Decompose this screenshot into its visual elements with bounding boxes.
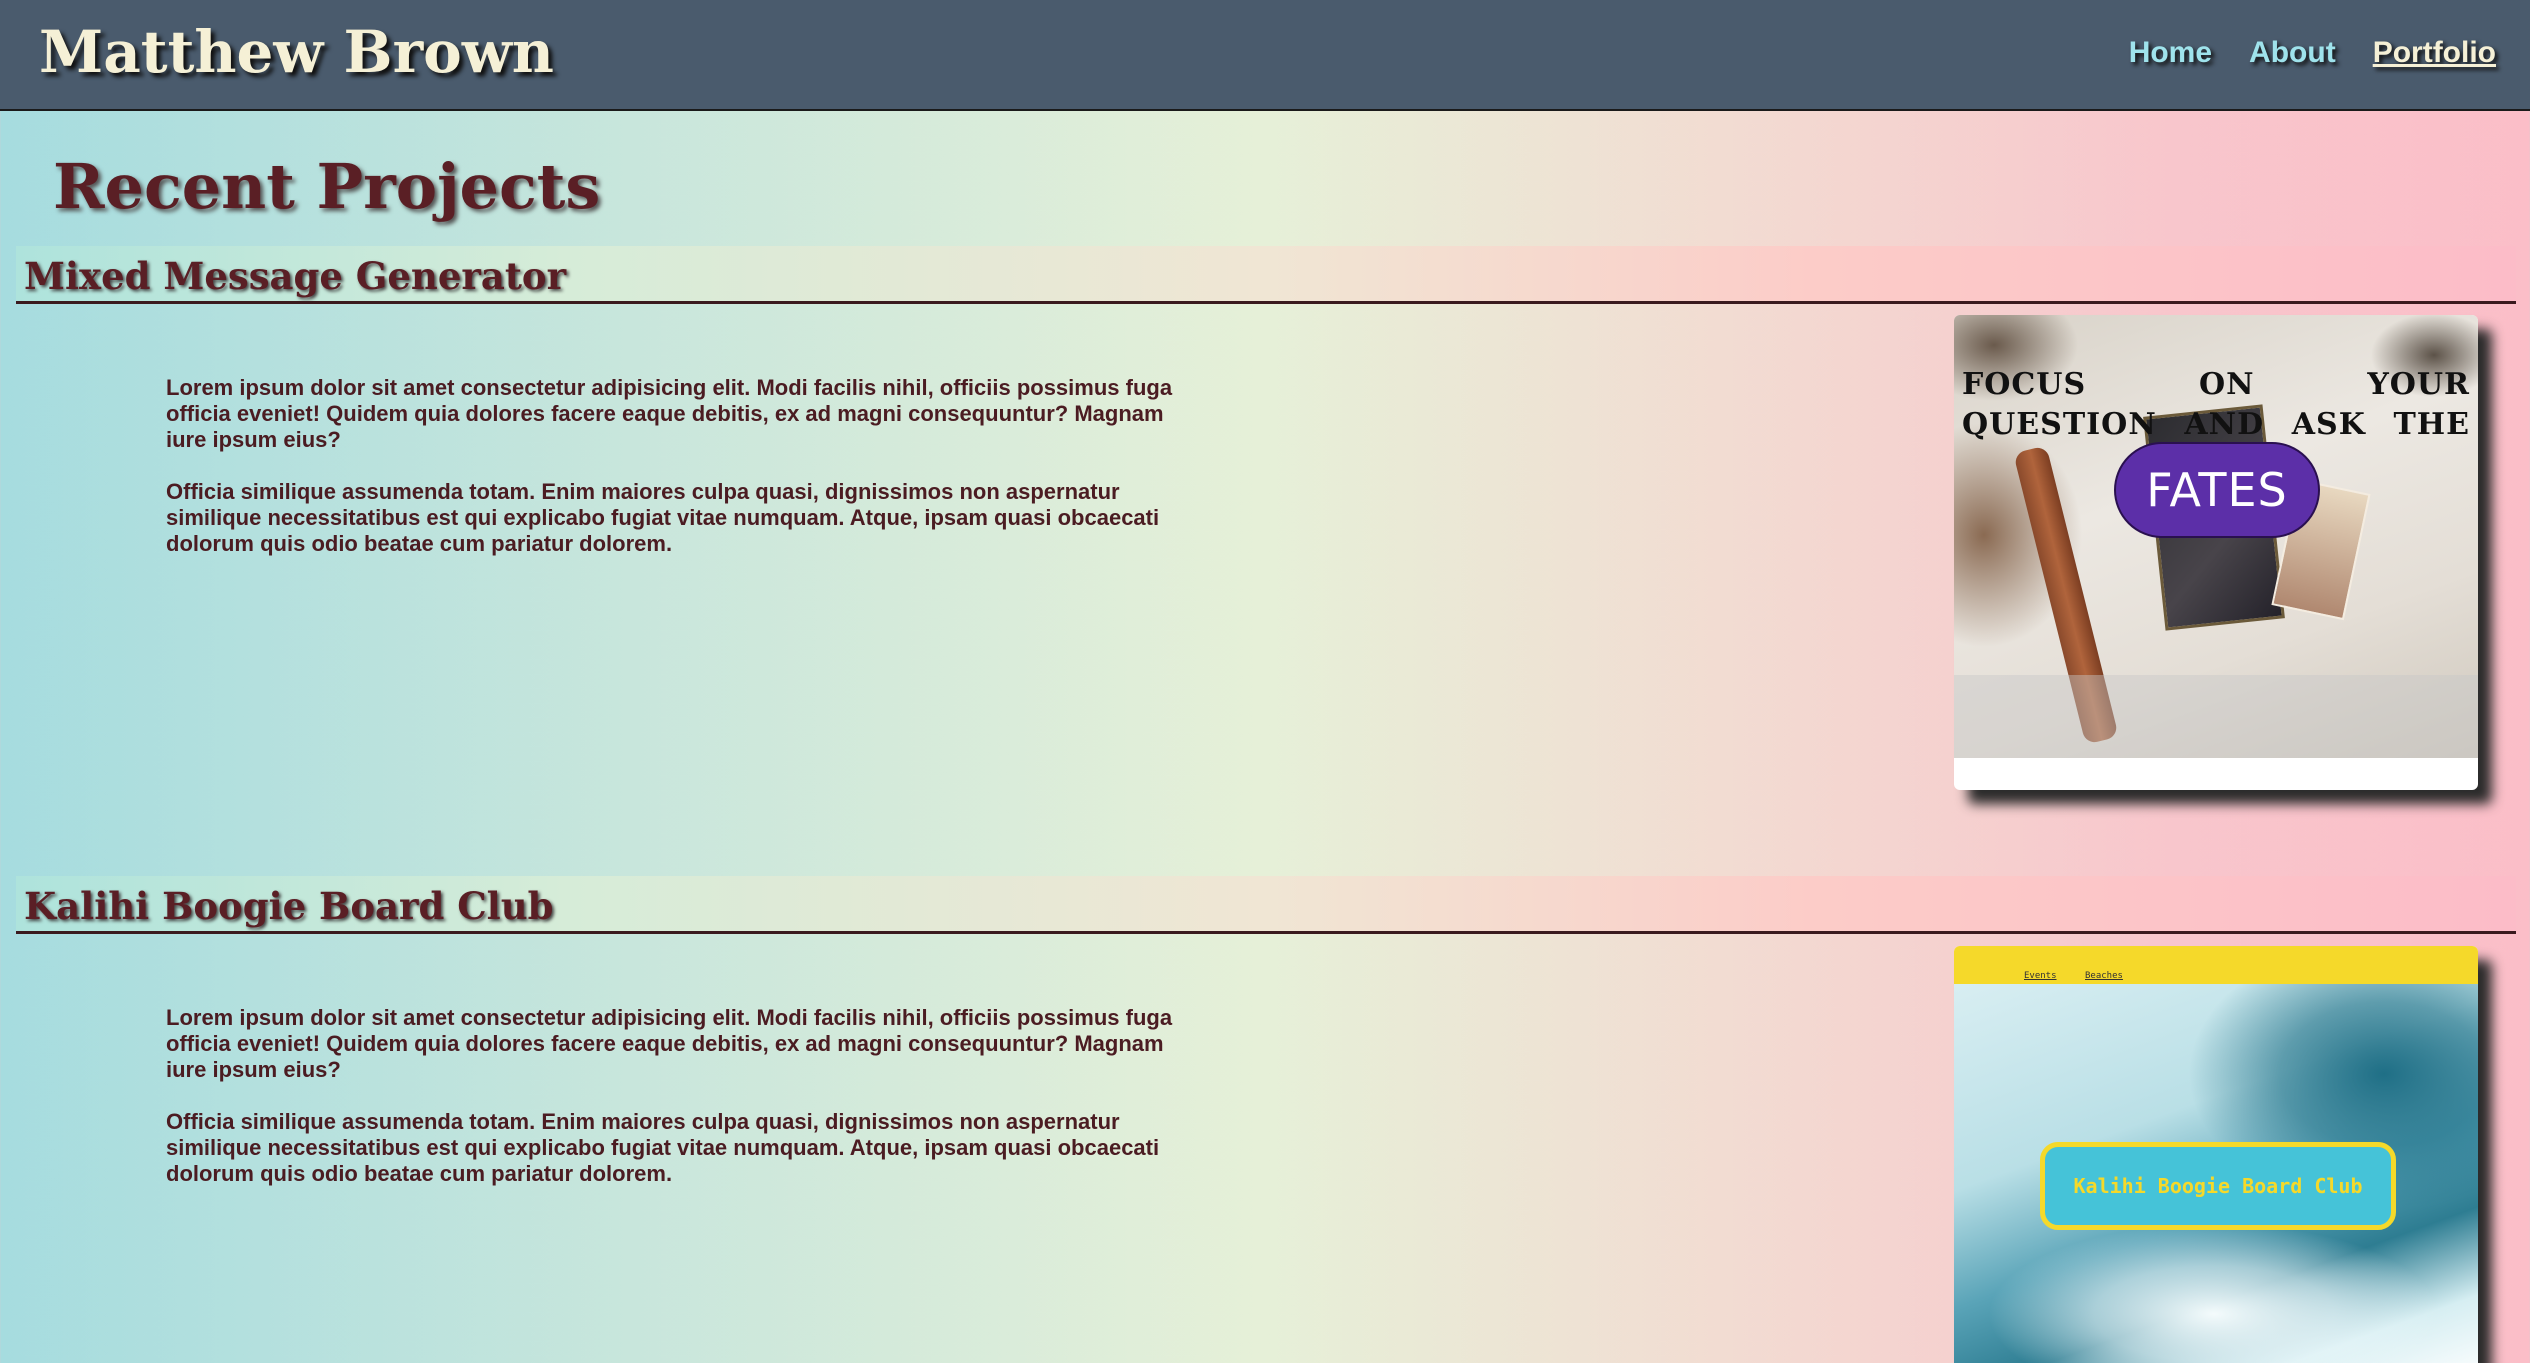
project-screenshot-kalihi[interactable]: Events Beaches Kalihi Boogie Board Club <box>1954 946 2478 1363</box>
project-paragraph: Officia similique assumenda totam. Enim … <box>166 1109 1160 1186</box>
page-title: Recent Projects <box>53 150 601 223</box>
project-paragraph: Lorem ipsum dolor sit amet consectetur a… <box>166 1005 1173 1082</box>
project-title: Kalihi Boogie Board Club <box>24 884 554 928</box>
project-paragraph: Lorem ipsum dolor sit amet consectetur a… <box>166 375 1173 452</box>
fates-button: FATES <box>2114 442 2320 538</box>
main-nav: Home About Portfolio <box>2129 36 2496 70</box>
fates-prompt-text: FOCUS ON YOUR QUESTION AND ASK THE <box>1962 367 2470 442</box>
nav-about-link[interactable]: About <box>2249 36 2336 70</box>
project-header-mixed-message: Mixed Message Generator <box>16 246 2516 304</box>
nav-home-link[interactable]: Home <box>2129 36 2212 70</box>
project-screenshot-fates[interactable]: FOCUS ON YOUR QUESTION AND ASK THE FATES <box>1954 315 2478 790</box>
project-title: Mixed Message Generator <box>24 254 567 298</box>
project-description: Lorem ipsum dolor sit amet consectetur a… <box>166 375 1206 583</box>
project-header-kalihi: Kalihi Boogie Board Club <box>16 876 2516 934</box>
site-header: Matthew Brown Home About Portfolio <box>0 0 2530 111</box>
site-brand[interactable]: Matthew Brown <box>39 18 554 86</box>
image-overlay <box>1954 675 2478 758</box>
kalihi-nav-events: Events <box>2024 971 2057 981</box>
kalihi-nav-bar: Events Beaches <box>1954 946 2478 984</box>
project-paragraph: Officia similique assumenda totam. Enim … <box>166 479 1160 556</box>
nav-portfolio-link[interactable]: Portfolio <box>2373 36 2496 70</box>
project-description: Lorem ipsum dolor sit amet consectetur a… <box>166 1005 1206 1213</box>
kalihi-title-badge: Kalihi Boogie Board Club <box>2040 1142 2396 1230</box>
kalihi-nav-beaches: Beaches <box>2085 971 2123 981</box>
